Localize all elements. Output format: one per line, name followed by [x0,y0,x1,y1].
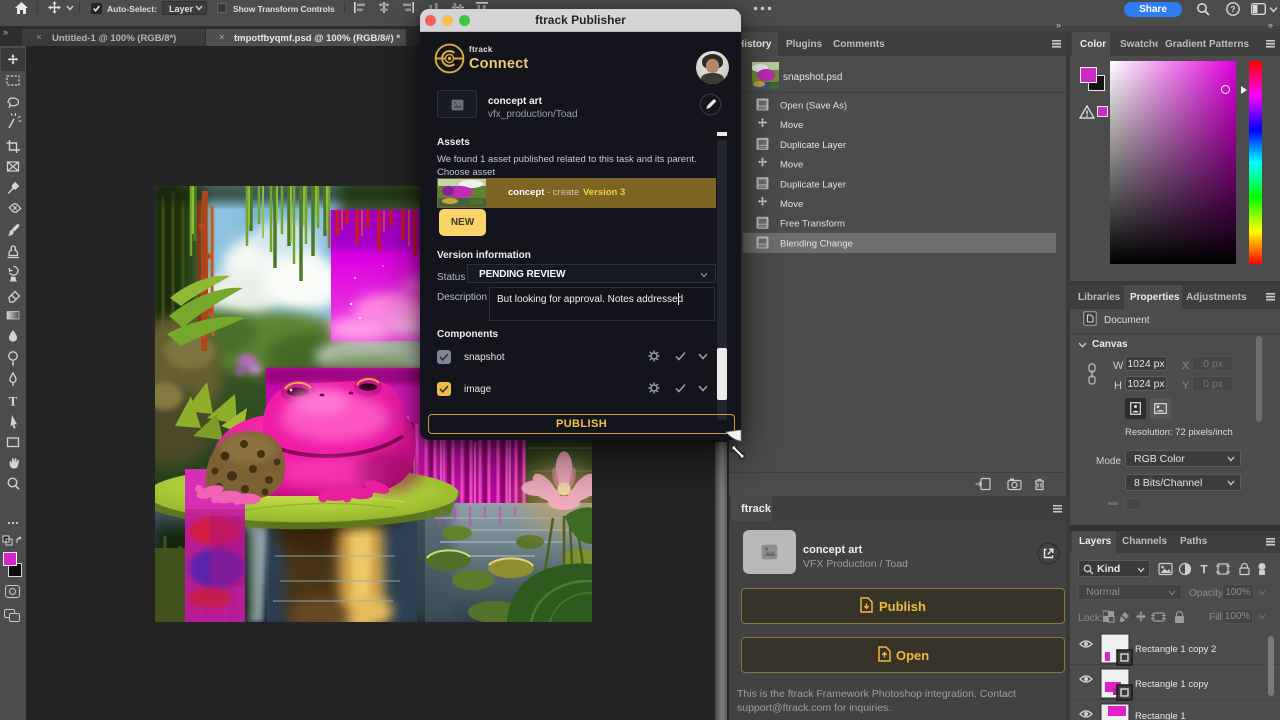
svg-text:T: T [1200,563,1208,577]
svg-text:Duplicate Layer: Duplicate Layer [780,140,846,151]
svg-text:Free Transform: Free Transform [780,219,845,230]
svg-text:T: T [9,394,18,409]
svg-text:Duplicate Layer: Duplicate Layer [780,179,846,190]
svg-text:Open (Save As): Open (Save As) [780,101,847,112]
svg-text:Move: Move [780,160,803,171]
svg-text:Rectangle 1: Rectangle 1 [1135,711,1186,720]
svg-text:Blending Change: Blending Change [780,238,853,249]
svg-text:Rectangle 1 copy 2: Rectangle 1 copy 2 [1135,644,1216,655]
svg-text:Move: Move [780,199,803,210]
svg-text:?: ? [1230,4,1235,14]
svg-text:Move: Move [780,120,803,131]
svg-text:Rectangle 1 copy: Rectangle 1 copy [1135,679,1209,690]
